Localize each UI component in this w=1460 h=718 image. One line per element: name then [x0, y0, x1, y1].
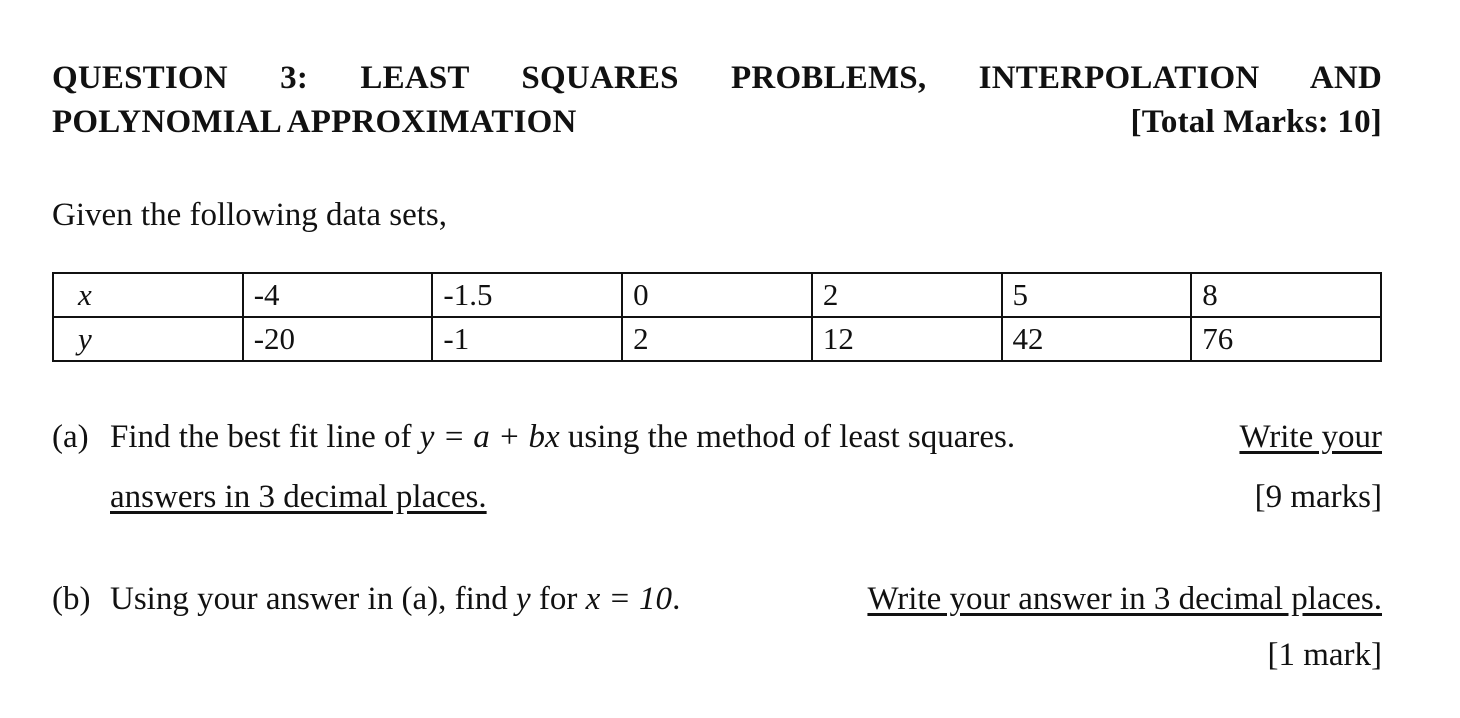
- part-b-instruction: Write your answer in 3 decimal places.: [867, 581, 1382, 617]
- part-b-label: (b): [52, 581, 91, 617]
- part-b-text-mid: for: [538, 581, 578, 617]
- part-b-text: Using your answer in (a), find: [110, 581, 508, 617]
- part-a-label: (a): [52, 419, 89, 455]
- question-subtitle: POLYNOMIAL APPROXIMATION: [52, 104, 577, 140]
- part-b-period: .: [672, 581, 681, 617]
- table-cell: 2: [810, 272, 1003, 318]
- table-cell: 2: [621, 316, 813, 362]
- part-b-line1: (b) Using your answer in (a), find y for …: [52, 580, 1382, 618]
- part-a-instruction-start: Write your: [1239, 419, 1382, 455]
- intro-text: Given the following data sets,: [52, 197, 448, 233]
- table-row-y: y -20 -1 2 12 42 76: [52, 316, 1382, 362]
- total-marks: [Total Marks: 10]: [1130, 104, 1382, 140]
- part-a-instruction-end: answers in 3 decimal places.: [110, 479, 487, 515]
- table-cell: -1.5: [431, 272, 624, 318]
- question-title-line2: POLYNOMIAL APPROXIMATION [Total Marks: 1…: [52, 104, 1382, 140]
- part-b-equation: x = 10: [585, 581, 673, 617]
- table-row-header: x: [52, 272, 244, 318]
- part-b-marks: [1 mark]: [1267, 637, 1382, 673]
- table-cell: 42: [1000, 316, 1193, 362]
- table-row-x: x -4 -1.5 0 2 5 8: [52, 272, 1382, 318]
- table-cell: 0: [621, 272, 813, 318]
- part-b: (b) Using your answer in (a), find y for …: [52, 580, 1382, 674]
- part-b-line2: [1 mark]: [52, 636, 1382, 674]
- part-a: (a) Find the best fit line of y = a + bx …: [52, 418, 1382, 516]
- table-cell: 76: [1190, 316, 1382, 362]
- table-cell: -1: [431, 316, 624, 362]
- part-b-var: y: [516, 581, 531, 617]
- data-table: x -4 -1.5 0 2 5 8 y -20 -1 2 12 42 76: [52, 272, 1382, 362]
- part-a-marks: [9 marks]: [1254, 479, 1382, 515]
- question-title: QUESTION 3: LEAST SQUARES PROBLEMS, INTE…: [52, 60, 1382, 96]
- table-cell: 8: [1190, 272, 1382, 318]
- part-a-line1: (a) Find the best fit line of y = a + bx …: [52, 418, 1382, 456]
- part-a-text-after: using the method of least squares.: [567, 419, 1016, 455]
- table-cell: -20: [241, 316, 434, 362]
- table-row-header: y: [52, 316, 244, 362]
- part-a-line2: answers in 3 decimal places. [9 marks]: [52, 478, 1382, 516]
- part-a-equation: y = a + bx: [419, 419, 560, 455]
- part-a-text: Find the best fit line of: [110, 419, 412, 455]
- table-cell: 5: [1000, 272, 1193, 318]
- table-cell: -4: [241, 272, 434, 318]
- table-cell: 12: [810, 316, 1003, 362]
